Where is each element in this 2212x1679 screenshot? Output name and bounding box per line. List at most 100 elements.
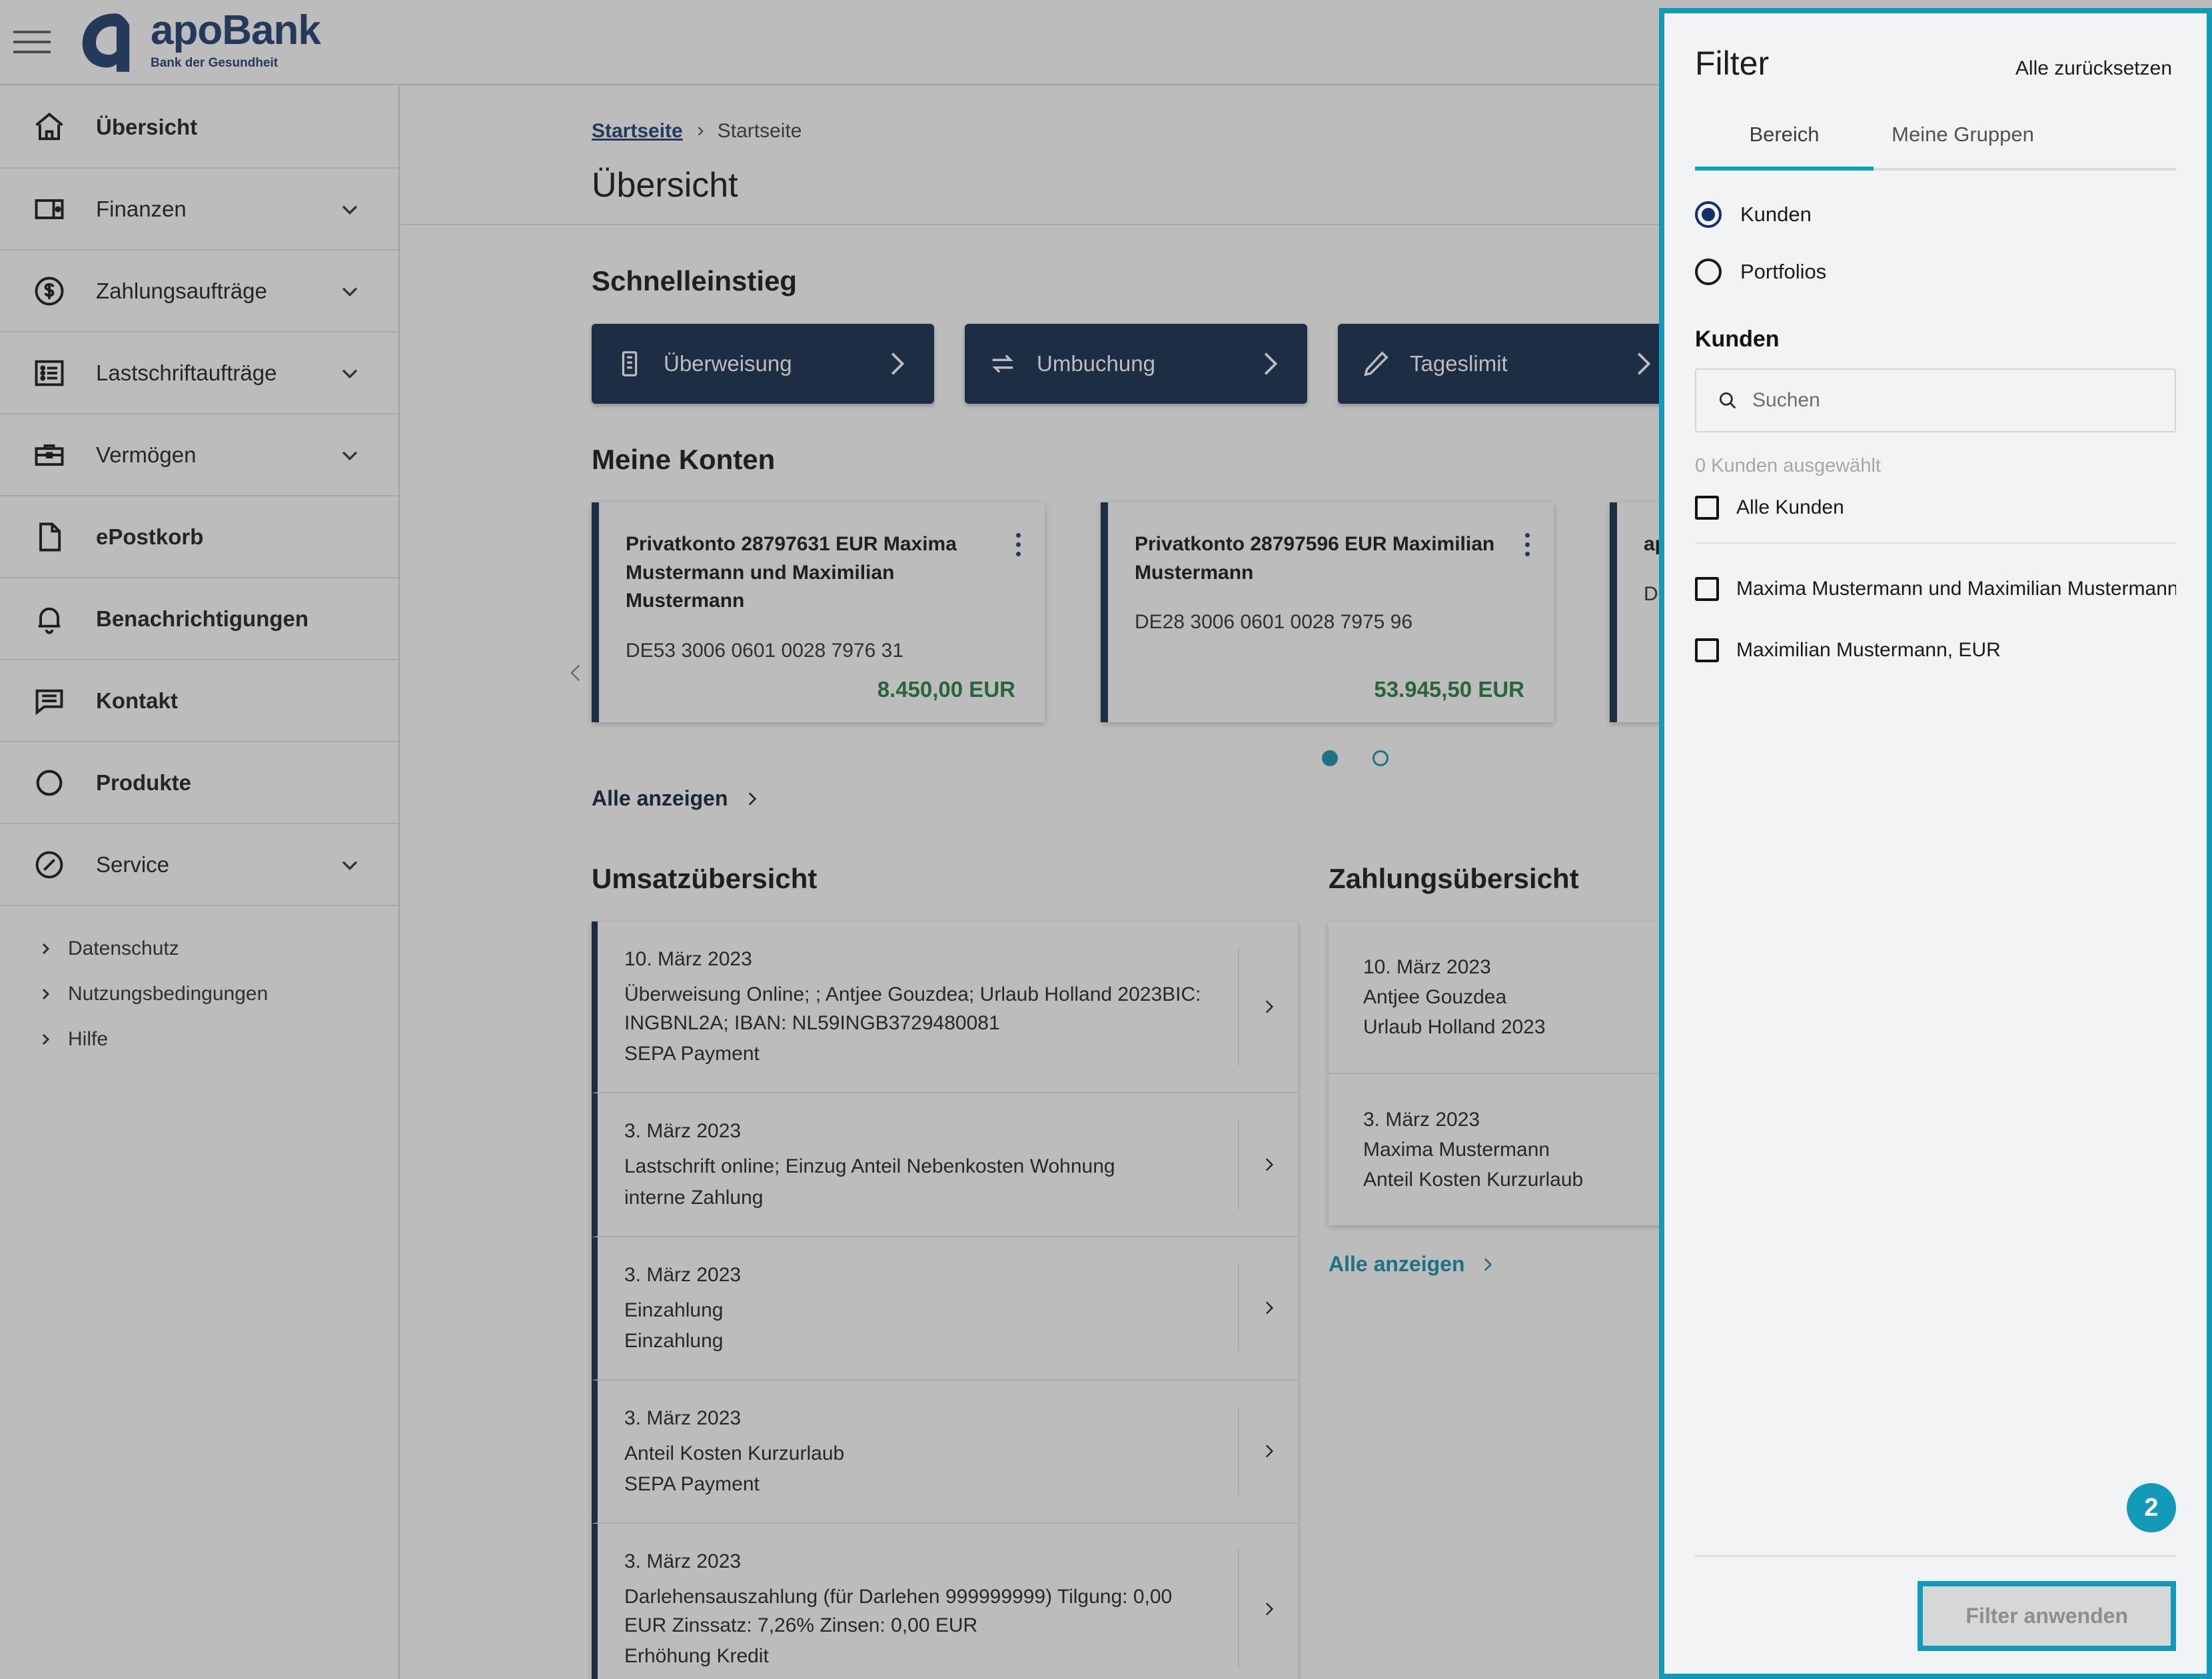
compass-icon xyxy=(31,846,68,883)
sidebar-item-vermoegen[interactable]: Vermögen xyxy=(0,414,398,496)
chevron-right-icon xyxy=(1484,1257,1492,1271)
sidebar-item-label: Lastschriftaufträge xyxy=(96,360,277,385)
checkbox-label: Maximilian Mustermann, EUR xyxy=(1736,639,2001,661)
account-card-balance: 53.945,50 EUR xyxy=(1374,677,1524,702)
reset-all-link[interactable]: Alle zurücksetzen xyxy=(2015,57,2172,80)
sidebar-item-benachrichtigungen[interactable]: Benachrichtigungen xyxy=(0,578,398,660)
transaction-type: Erhöhung Kredit xyxy=(624,1645,769,1668)
table-row[interactable]: 3. März 2023 Anteil Kosten Kurzurlaub SE… xyxy=(592,1380,1298,1524)
table-row[interactable]: 10. März 2023 Überweisung Online; ; Antj… xyxy=(592,921,1298,1094)
transaction-date: 3. März 2023 xyxy=(624,1120,742,1143)
payments-show-all-label: Alle anzeigen xyxy=(1329,1252,1465,1276)
transaction-date: 10. März 2023 xyxy=(624,948,752,970)
radio-option-portfolios[interactable]: Portfolios xyxy=(1695,259,2176,285)
divider xyxy=(1695,1555,2176,1557)
payments-show-all-link[interactable]: Alle anzeigen xyxy=(1329,1252,1702,1277)
step-badge: 2 xyxy=(2127,1483,2176,1532)
search-input[interactable] xyxy=(1752,389,2155,412)
chevron-down-icon[interactable] xyxy=(338,198,361,221)
transactions-title: Umsatzübersicht xyxy=(592,863,818,894)
transfer-icon xyxy=(622,351,638,376)
quick-button-umbuchung[interactable]: Umbuchung xyxy=(965,324,1307,404)
transaction-date: 3. März 2023 xyxy=(624,1550,742,1572)
sidebar-item-produkte[interactable]: Produkte xyxy=(0,742,398,824)
sidebar-item-epostkorb[interactable]: ePostkorb xyxy=(0,496,398,578)
sidebar-item-label: Produkte xyxy=(96,770,192,795)
transaction-detail-arrow[interactable] xyxy=(1238,948,1298,1066)
sidebar-item-service[interactable]: Service xyxy=(0,824,398,906)
account-card[interactable]: Privatkonto 28797596 EUR Maximilian Must… xyxy=(1101,502,1554,722)
chevron-right-icon xyxy=(1265,1000,1274,1013)
sidebar-item-kontakt[interactable]: Kontakt xyxy=(0,660,398,742)
table-row[interactable]: 3. März 2023 Lastschrift online; Einzug … xyxy=(592,1093,1298,1237)
radio-selected-icon xyxy=(1695,201,1722,228)
sidebar-sublink-datenschutz[interactable]: Datenschutz xyxy=(37,926,398,971)
checkbox-alle-kunden[interactable]: Alle Kunden xyxy=(1695,477,2176,538)
account-card-menu-icon[interactable] xyxy=(1525,533,1530,556)
chevron-right-icon xyxy=(1264,352,1278,375)
chevron-right-icon xyxy=(698,127,704,136)
sidebar-item-lastschriftauftraege[interactable]: Lastschriftaufträge xyxy=(0,332,398,414)
chevron-right-icon xyxy=(1265,1602,1274,1616)
quick-button-label: Umbuchung xyxy=(1037,351,1155,376)
accounts-show-all-label: Alle anzeigen xyxy=(592,786,728,810)
transaction-type: SEPA Payment xyxy=(624,1043,760,1065)
transaction-detail-arrow[interactable] xyxy=(1238,1263,1298,1353)
list-item[interactable]: 10. März 2023 Antjee Gouzdea Urlaub Holl… xyxy=(1329,921,1702,1074)
checkbox-customer-1[interactable]: Maxima Mustermann und Maximilian Musterm… xyxy=(1695,558,2176,620)
sidebar-item-uebersicht[interactable]: Übersicht xyxy=(0,87,398,169)
transaction-type: Einzahlung xyxy=(624,1329,724,1352)
table-row[interactable]: 3. März 2023 Einzahlung Einzahlung xyxy=(592,1237,1298,1381)
sidebar-sublinks: Datenschutz Nutzungsbedingungen Hilfe xyxy=(0,906,398,1062)
chevron-down-icon[interactable] xyxy=(338,362,361,384)
payment-name: Maxima Mustermann xyxy=(1363,1139,1550,1161)
apply-button-wrapper: Filter anwenden xyxy=(1695,1581,2176,1651)
chevron-down-icon[interactable] xyxy=(338,853,361,876)
sidebar-item-label: Vermögen xyxy=(96,442,197,467)
briefcase-icon xyxy=(31,436,68,474)
customer-search-box[interactable] xyxy=(1695,368,2176,432)
filter-panel-body: Kunden Portfolios Kunden 0 Kunden ausgew… xyxy=(1664,171,2207,1483)
sidebar-sublink-nutzungsbedingungen[interactable]: Nutzungsbedingungen xyxy=(37,971,398,1017)
quick-button-ueberweisung[interactable]: Überweisung xyxy=(592,324,934,404)
transaction-detail-arrow[interactable] xyxy=(1238,1550,1298,1668)
sidebar-item-zahlungsauftraege[interactable]: Zahlungsaufträge xyxy=(0,251,398,332)
tab-meine-gruppen[interactable]: Meine Gruppen xyxy=(1874,123,2052,168)
account-card-menu-icon[interactable] xyxy=(1016,533,1021,556)
table-row[interactable]: 3. März 2023 Darlehensauszahlung (für Da… xyxy=(592,1523,1298,1679)
apply-filter-button[interactable]: Filter anwenden xyxy=(1918,1581,2176,1651)
tab-bereich[interactable]: Bereich xyxy=(1695,123,1874,171)
sidebar-sublink-hilfe[interactable]: Hilfe xyxy=(37,1017,398,1062)
account-card-title: Privatkonto 28797631 EUR Maxima Musterma… xyxy=(626,533,957,612)
checkbox-unchecked-icon xyxy=(1695,496,1719,520)
apobank-logo-icon xyxy=(82,13,130,72)
transaction-detail-arrow[interactable] xyxy=(1238,1120,1298,1209)
breadcrumb-link-startseite[interactable]: Startseite xyxy=(592,120,683,143)
quick-button-tageslimit[interactable]: Tageslimit xyxy=(1338,324,1680,404)
carousel-dot-2[interactable] xyxy=(1373,750,1388,766)
chevron-down-icon[interactable] xyxy=(338,280,361,302)
chevron-down-icon[interactable] xyxy=(338,444,361,466)
transaction-description: Darlehensauszahlung (für Darlehen 999999… xyxy=(624,1585,1173,1637)
transaction-description: Überweisung Online; ; Antjee Gouzdea; Ur… xyxy=(624,983,1201,1035)
payments-column: Zahlungsübersicht 10. März 2023 Antjee G… xyxy=(1329,823,1702,1679)
account-card-iban: DE28 3006 0601 0028 7975 96 xyxy=(1135,611,1413,634)
bell-icon xyxy=(31,600,68,638)
carousel-prev-icon[interactable] xyxy=(565,656,588,690)
account-card[interactable]: Privatkonto 28797631 EUR Maxima Musterma… xyxy=(592,502,1045,722)
transaction-detail-arrow[interactable] xyxy=(1238,1406,1298,1496)
sidebar-item-label: Finanzen xyxy=(96,196,187,221)
chevron-right-icon xyxy=(1637,352,1651,375)
carousel-dot-1[interactable] xyxy=(1322,750,1338,766)
sidebar-item-finanzen[interactable]: Finanzen xyxy=(0,169,398,251)
brand-logo[interactable]: apoBank Bank der Gesundheit xyxy=(71,9,321,75)
divider xyxy=(1695,542,2176,544)
list-item[interactable]: 3. März 2023 Maxima Mustermann Anteil Ko… xyxy=(1329,1074,1702,1225)
sidebar-sublink-label: Datenschutz xyxy=(68,937,179,959)
payments-list: 10. März 2023 Antjee Gouzdea Urlaub Holl… xyxy=(1329,921,1702,1225)
chevron-right-icon xyxy=(891,352,905,375)
menu-hamburger-icon[interactable] xyxy=(13,27,51,57)
chat-icon xyxy=(31,682,68,720)
checkbox-customer-2[interactable]: Maximilian Mustermann, EUR xyxy=(1695,620,2176,681)
radio-option-kunden[interactable]: Kunden xyxy=(1695,201,2176,228)
